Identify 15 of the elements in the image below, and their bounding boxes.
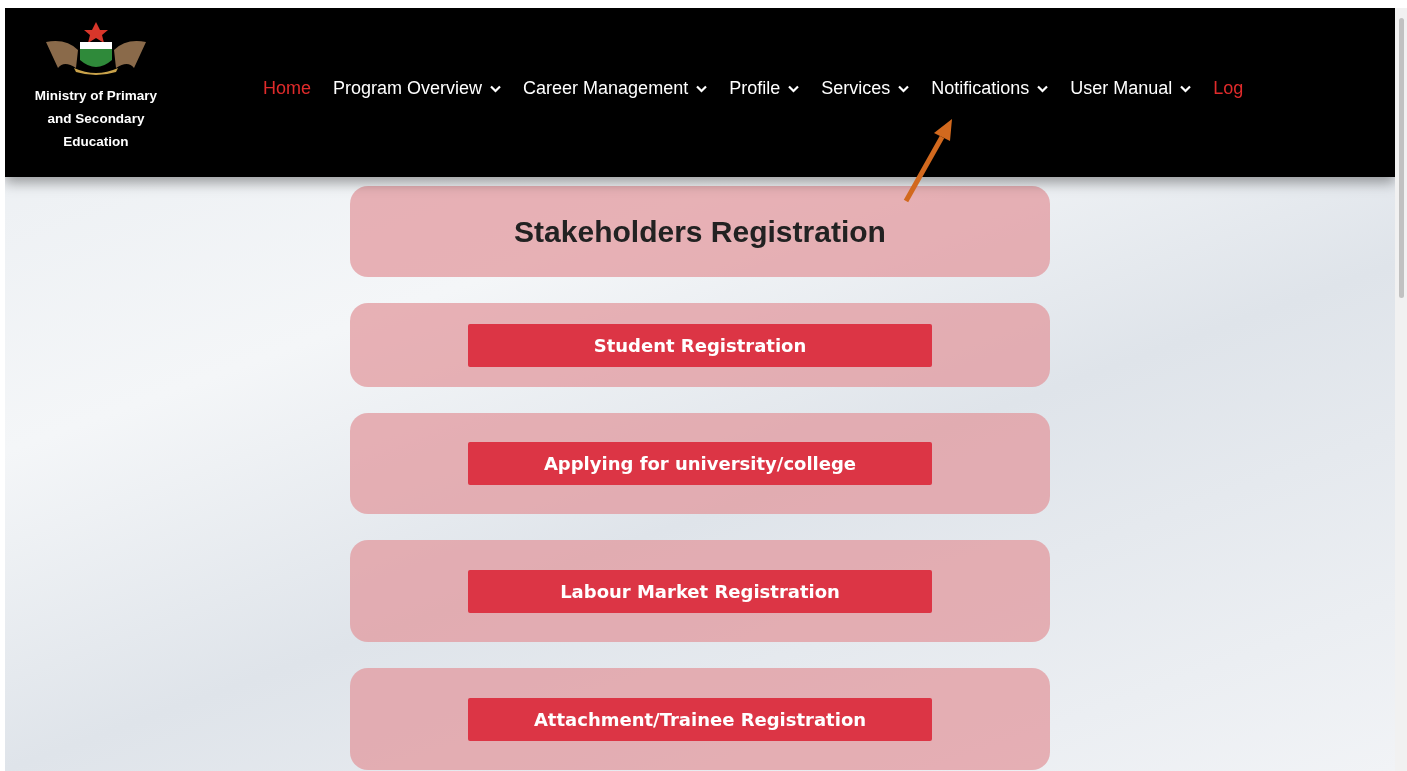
- page-title: Stakeholders Registration: [514, 214, 886, 249]
- registration-button[interactable]: Attachment/Trainee Registration: [468, 697, 932, 741]
- nav-link[interactable]: Career Management: [523, 78, 708, 99]
- nav-link[interactable]: Program Overview: [333, 78, 502, 99]
- scrollbar[interactable]: [1395, 8, 1407, 771]
- registration-button[interactable]: Applying for university/college: [468, 442, 932, 485]
- nav-link[interactable]: Log: [1213, 78, 1244, 99]
- registration-button[interactable]: Labour Market Registration: [468, 569, 932, 613]
- nav-link[interactable]: Profile: [729, 78, 800, 99]
- nav-link[interactable]: Home: [263, 78, 311, 99]
- nav-link[interactable]: Services: [821, 78, 910, 99]
- registration-button[interactable]: Student Registration: [468, 323, 932, 367]
- nav-link[interactable]: User Manual: [1070, 78, 1192, 99]
- ministry-name: Ministry of Primary and Secondary Education: [33, 87, 159, 151]
- nav-link[interactable]: Notifications: [931, 78, 1049, 99]
